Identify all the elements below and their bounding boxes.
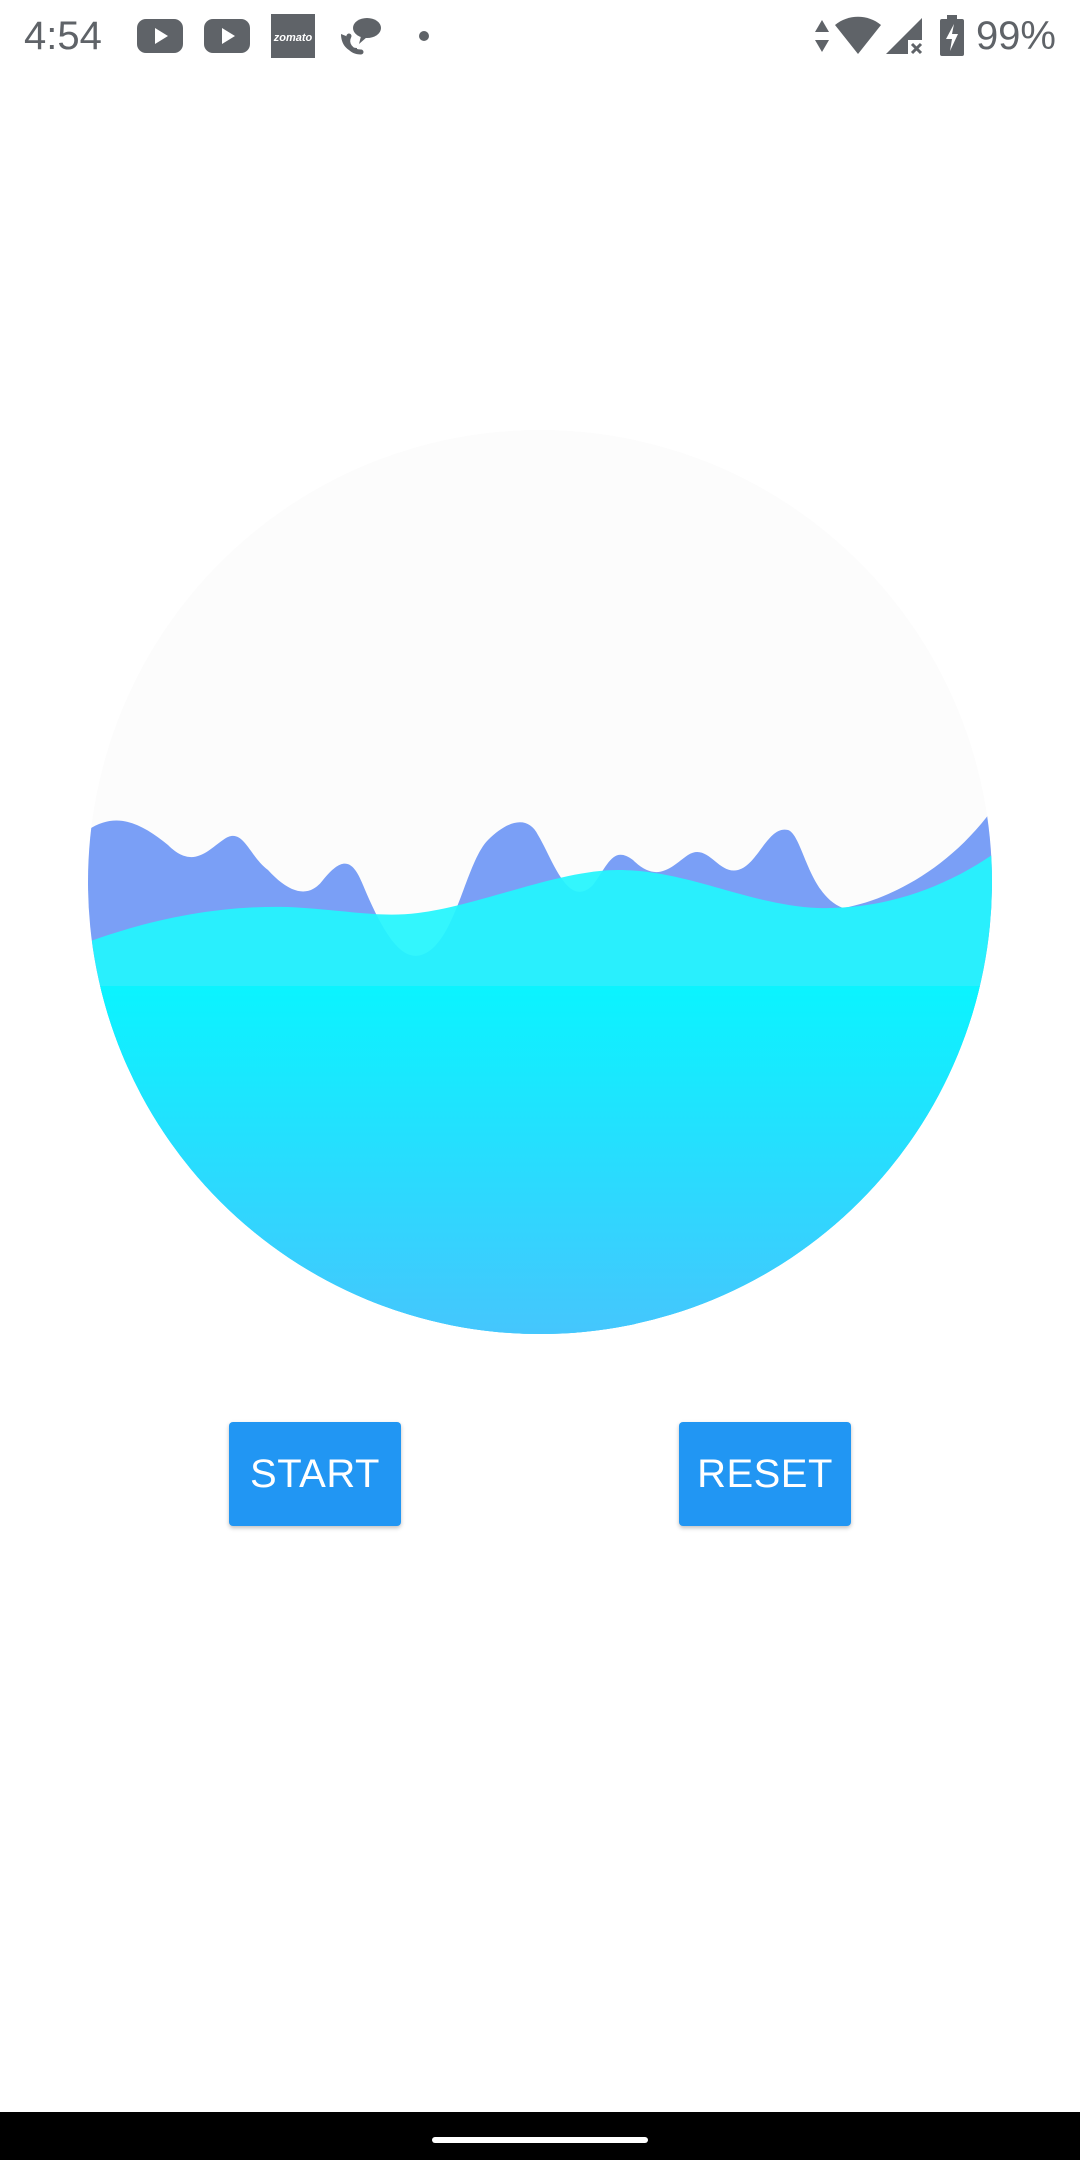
wifi-icon (834, 12, 882, 60)
youtube-icon (136, 12, 184, 60)
app-screen: 4:54 zomato 99% START RESET (0, 0, 1080, 2160)
status-bar: 4:54 zomato 99% (0, 0, 1080, 72)
battery-percentage: 99% (975, 14, 1056, 58)
start-button[interactable]: START (229, 1422, 401, 1526)
battery-charging-icon (938, 12, 966, 60)
youtube-icon (203, 12, 251, 60)
data-arrows-icon (812, 12, 832, 60)
wave-progress-view (88, 430, 992, 1334)
water-body (88, 986, 992, 1334)
home-gesture-handle[interactable] (432, 2137, 648, 2143)
whatsapp-icon (334, 12, 384, 60)
zomato-icon-label: zomato (273, 32, 313, 44)
navigation-bar (0, 2112, 1080, 2160)
zomato-icon: zomato (270, 12, 316, 60)
signal-no-service-icon (884, 12, 924, 60)
dot-icon (414, 12, 434, 60)
reset-button[interactable]: RESET (679, 1422, 851, 1526)
status-time: 4:54 (24, 14, 102, 58)
